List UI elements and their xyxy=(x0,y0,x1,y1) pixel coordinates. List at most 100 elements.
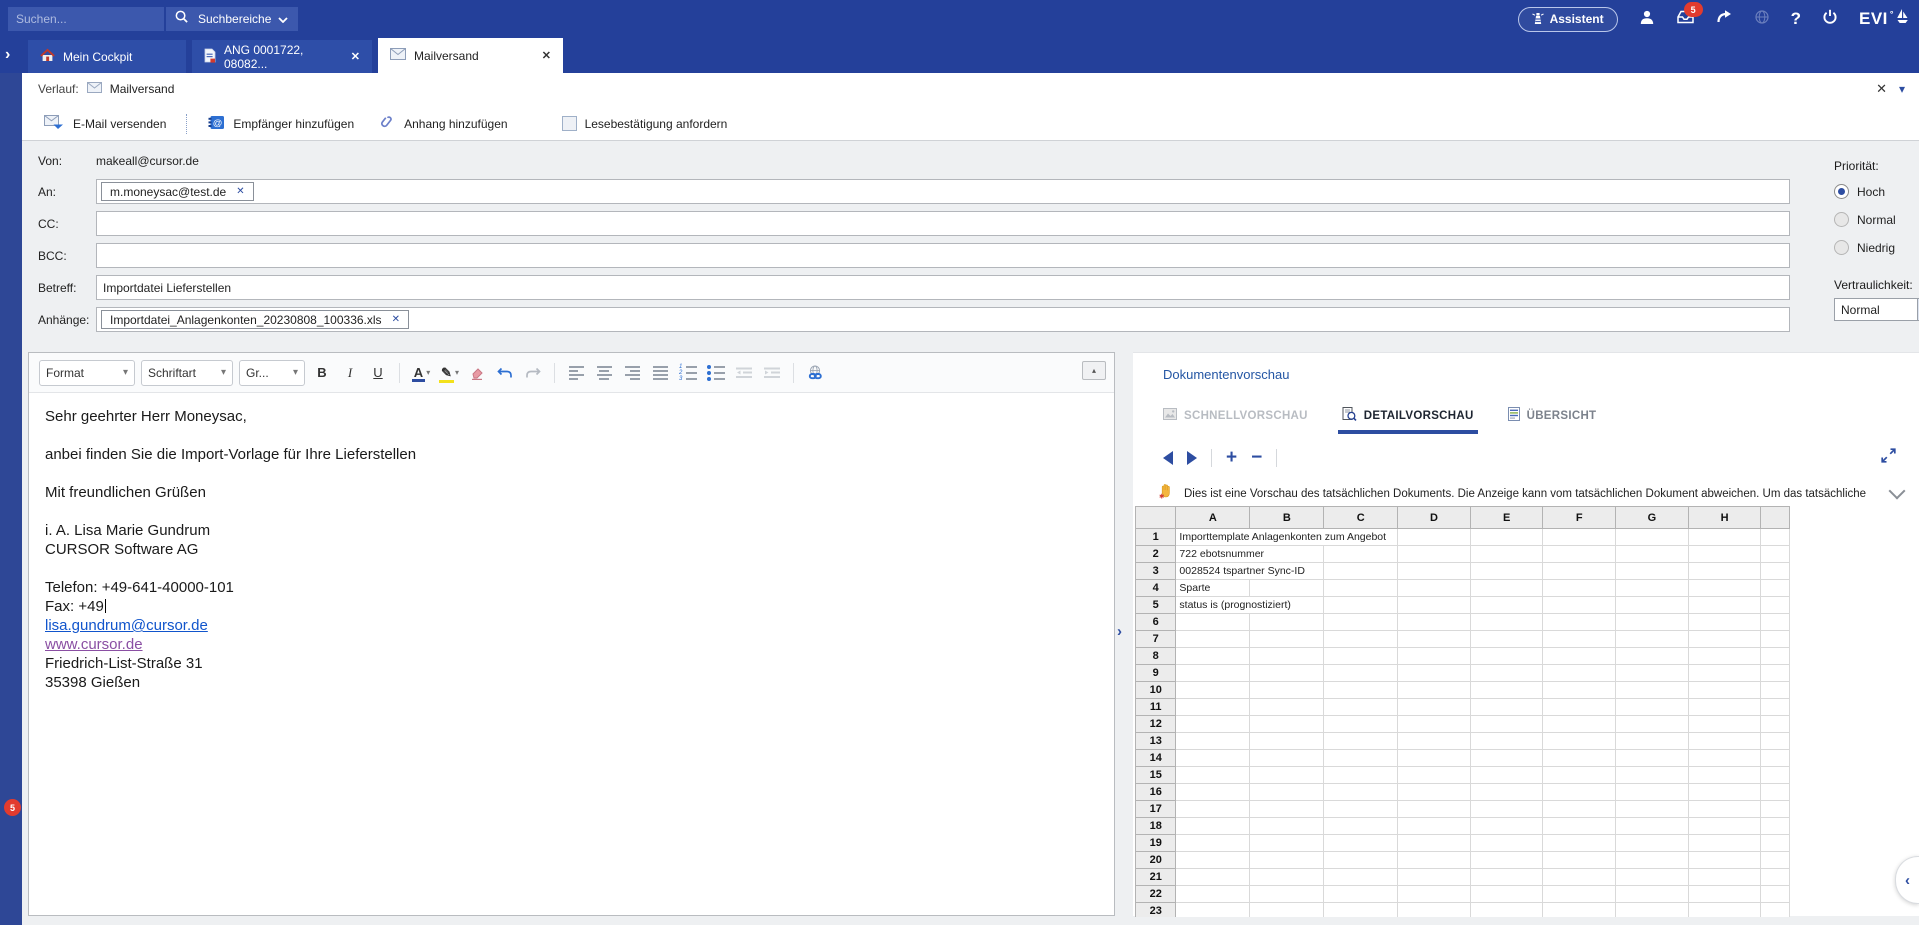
sheet-cell[interactable] xyxy=(1176,852,1250,869)
sheet-cell[interactable] xyxy=(1176,614,1250,631)
outdent-button[interactable] xyxy=(733,361,755,385)
sheet-cell[interactable] xyxy=(1398,546,1471,563)
align-right-button[interactable] xyxy=(621,361,643,385)
sheet-cell[interactable] xyxy=(1324,750,1398,767)
globe-button[interactable] xyxy=(1754,9,1770,30)
bullet-list-button[interactable] xyxy=(705,361,727,385)
sheet-cell[interactable] xyxy=(1398,835,1471,852)
sheet-cell[interactable] xyxy=(1470,818,1543,835)
sheet-cell[interactable] xyxy=(1470,835,1543,852)
sheet-cell[interactable] xyxy=(1688,750,1761,767)
sheet-cell[interactable] xyxy=(1176,903,1250,918)
numbered-list-button[interactable]: 123 xyxy=(677,361,699,385)
sheet-cell[interactable] xyxy=(1688,903,1761,918)
redo-action-button[interactable] xyxy=(1716,9,1733,29)
sheet-cell[interactable] xyxy=(1543,614,1616,631)
column-header[interactable]: E xyxy=(1470,507,1543,529)
row-header[interactable]: 4 xyxy=(1136,580,1176,597)
sheet-cell[interactable] xyxy=(1688,869,1761,886)
sheet-cell[interactable] xyxy=(1324,631,1398,648)
sheet-cell[interactable] xyxy=(1250,580,1324,597)
sheet-cell[interactable] xyxy=(1543,784,1616,801)
sheet-cell[interactable] xyxy=(1688,801,1761,818)
sheet-cell[interactable] xyxy=(1324,699,1398,716)
sheet-cell[interactable] xyxy=(1543,801,1616,818)
tab-close-icon[interactable] xyxy=(542,49,551,62)
subject-field[interactable] xyxy=(96,275,1790,300)
column-header[interactable]: B xyxy=(1250,507,1324,529)
sheet-cell[interactable] xyxy=(1324,546,1398,563)
sheet-cell[interactable] xyxy=(1616,614,1689,631)
sheet-cell[interactable] xyxy=(1176,767,1250,784)
sheet-cell[interactable]: 722 ebotsnummer xyxy=(1176,546,1324,563)
remove-attachment-icon[interactable] xyxy=(392,314,400,325)
sheet-cell[interactable] xyxy=(1324,614,1398,631)
sheet-cell[interactable] xyxy=(1398,801,1471,818)
sheet-cell[interactable] xyxy=(1543,716,1616,733)
row-header[interactable]: 12 xyxy=(1136,716,1176,733)
row-header[interactable]: 5 xyxy=(1136,597,1176,614)
sheet-cell[interactable] xyxy=(1324,580,1398,597)
row-header[interactable]: 21 xyxy=(1136,869,1176,886)
row-header[interactable]: 22 xyxy=(1136,886,1176,903)
sheet-cell[interactable] xyxy=(1324,665,1398,682)
sheet-cell[interactable] xyxy=(1688,631,1761,648)
search-scope-button[interactable]: Suchbereiche xyxy=(188,7,298,31)
sheet-cell[interactable] xyxy=(1398,716,1471,733)
assistant-button[interactable]: Assistent xyxy=(1518,7,1618,32)
help-button[interactable]: ? xyxy=(1791,9,1801,29)
sheet-cell[interactable] xyxy=(1398,614,1471,631)
redo-button[interactable] xyxy=(522,361,544,385)
row-header[interactable]: 20 xyxy=(1136,852,1176,869)
sheet-cell[interactable] xyxy=(1176,631,1250,648)
row-header[interactable]: 2 xyxy=(1136,546,1176,563)
underline-button[interactable]: U xyxy=(367,361,389,385)
fullscreen-button[interactable] xyxy=(1880,447,1897,469)
sheet-cell[interactable] xyxy=(1250,903,1324,918)
sheet-cell[interactable] xyxy=(1616,631,1689,648)
sheet-corner[interactable] xyxy=(1136,507,1176,529)
user-button[interactable] xyxy=(1639,9,1655,30)
sheet-cell[interactable] xyxy=(1616,818,1689,835)
sheet-cell[interactable] xyxy=(1688,852,1761,869)
sheet-cell[interactable] xyxy=(1616,546,1689,563)
sheet-cell[interactable] xyxy=(1398,597,1471,614)
sheet-cell[interactable] xyxy=(1176,801,1250,818)
column-header[interactable]: H xyxy=(1688,507,1761,529)
sheet-cell[interactable] xyxy=(1470,614,1543,631)
sheet-cell[interactable] xyxy=(1616,648,1689,665)
sheet-cell[interactable] xyxy=(1543,767,1616,784)
sheet-cell[interactable] xyxy=(1398,682,1471,699)
sheet-cell[interactable] xyxy=(1176,835,1250,852)
sheet-cell[interactable] xyxy=(1616,750,1689,767)
sheet-cell[interactable] xyxy=(1470,903,1543,918)
sheet-cell[interactable] xyxy=(1688,665,1761,682)
sheet-cell[interactable] xyxy=(1688,716,1761,733)
sheet-cell[interactable] xyxy=(1688,563,1761,580)
add-attachment-button[interactable]: Anhang hinzufügen xyxy=(374,110,513,137)
sheet-cell[interactable] xyxy=(1398,699,1471,716)
warning-expand-chevron-icon[interactable] xyxy=(1889,483,1906,500)
column-header[interactable]: C xyxy=(1324,507,1398,529)
sheet-cell[interactable] xyxy=(1688,580,1761,597)
sidebar-notification-badge[interactable]: 5 xyxy=(4,799,21,816)
italic-button[interactable]: I xyxy=(339,361,361,385)
sheet-cell[interactable] xyxy=(1470,784,1543,801)
sheet-cell[interactable] xyxy=(1543,682,1616,699)
sheet-cell[interactable] xyxy=(1688,546,1761,563)
indent-button[interactable] xyxy=(761,361,783,385)
sheet-cell[interactable] xyxy=(1616,801,1689,818)
sheet-cell[interactable] xyxy=(1250,767,1324,784)
remove-recipient-icon[interactable] xyxy=(236,186,244,197)
sheet-cell[interactable] xyxy=(1470,886,1543,903)
sheet-cell[interactable] xyxy=(1398,818,1471,835)
recipient-chip[interactable]: m.moneysac@test.de xyxy=(101,182,254,201)
row-header[interactable]: 10 xyxy=(1136,682,1176,699)
sheet-cell[interactable] xyxy=(1176,750,1250,767)
sheet-cell[interactable] xyxy=(1470,665,1543,682)
column-header[interactable]: F xyxy=(1543,507,1616,529)
align-justify-button[interactable] xyxy=(649,361,671,385)
add-recipient-button[interactable]: @ Empfänger hinzufügen xyxy=(202,111,360,137)
sheet-cell[interactable] xyxy=(1688,886,1761,903)
sheet-cell[interactable] xyxy=(1470,750,1543,767)
